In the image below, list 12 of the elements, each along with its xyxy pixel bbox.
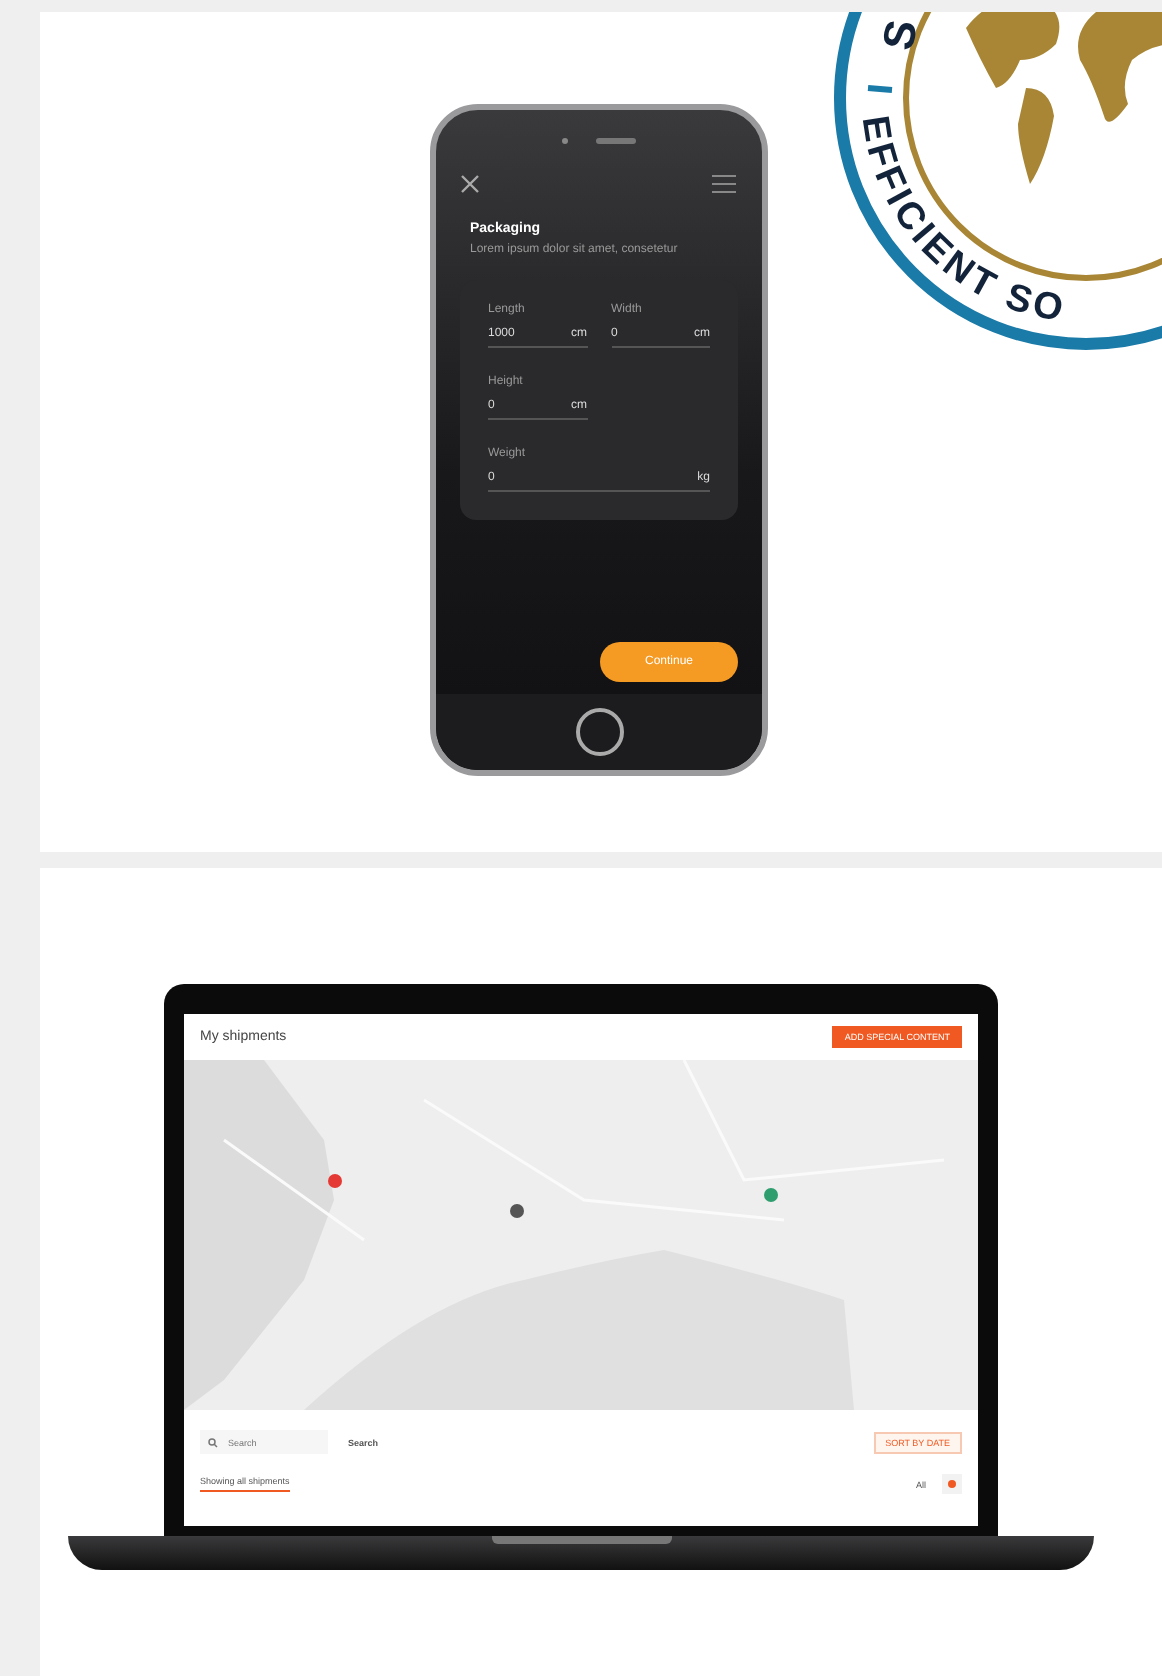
map-marker[interactable] bbox=[328, 1174, 342, 1188]
camera-icon bbox=[562, 137, 568, 143]
map-marker[interactable] bbox=[510, 1204, 524, 1218]
search-icon bbox=[208, 1437, 218, 1447]
action-button[interactable] bbox=[942, 1474, 962, 1494]
dash-mark bbox=[867, 85, 893, 93]
menu-icon[interactable] bbox=[712, 174, 736, 194]
map-marker[interactable] bbox=[764, 1188, 778, 1202]
speaker-icon bbox=[596, 137, 636, 143]
seal-text: S bbox=[872, 16, 927, 54]
close-icon[interactable] bbox=[460, 174, 480, 194]
home-button[interactable] bbox=[575, 708, 623, 756]
